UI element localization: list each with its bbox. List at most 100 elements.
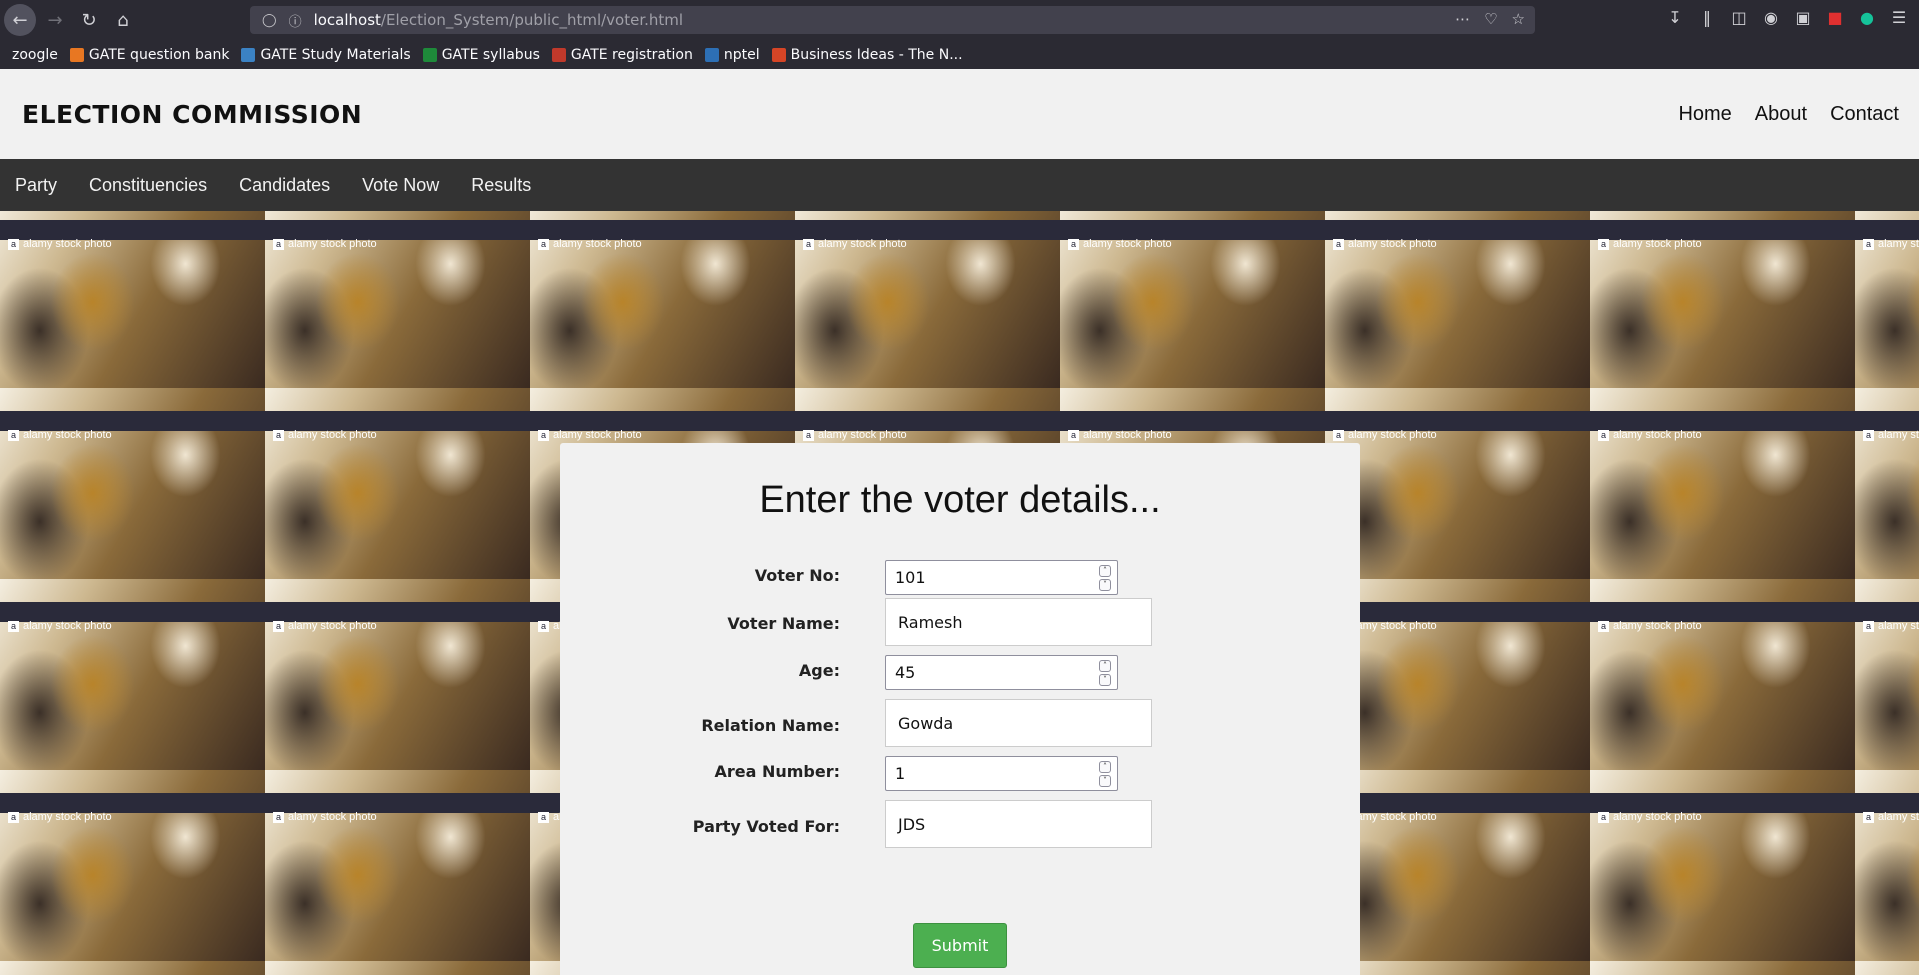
web-page: ELECTION COMMISSION Home About Contact P… [0, 69, 1919, 975]
bookmark-label: Business Ideas - The N... [790, 46, 963, 63]
bookmark-item[interactable]: zoogle [12, 47, 58, 63]
extension-red-icon[interactable]: ■ [1825, 8, 1845, 27]
pocket-icon[interactable]: ♡ [1484, 10, 1497, 28]
watermark-text: alamy stock photo [1613, 238, 1702, 250]
watermark-label: a alamy stock photo [1855, 807, 1919, 827]
watermark-label: a alamy stock photo [795, 425, 1060, 445]
watermark-text: alamy stock photo [1348, 429, 1437, 441]
stepper-up-icon[interactable]: ˄ [1099, 660, 1111, 672]
watermark-text: alamy stock photo [1348, 811, 1437, 823]
sidebar-icon[interactable]: ◫ [1729, 8, 1749, 27]
age-label: Age: [798, 661, 840, 680]
bookmark-label: GATE registration [570, 46, 693, 63]
voter-no-stepper[interactable]: ˄ ˅ [1099, 565, 1111, 591]
watermark-label: a alamy stock photo [530, 425, 795, 445]
bookmark-item[interactable]: nptel [704, 47, 760, 63]
voter-no-value: 101 [895, 568, 926, 587]
reload-icon[interactable]: ↻ [74, 5, 104, 35]
stepper-down-icon[interactable]: ˅ [1099, 579, 1111, 591]
watermark-text: alamy stock photo [1348, 238, 1437, 250]
watermark-label: a alamy stock photo [1060, 425, 1325, 445]
menu-icon[interactable]: ☰ [1889, 8, 1909, 27]
bookmark-item[interactable]: GATE syllabus [422, 46, 540, 63]
contact-link[interactable]: Contact [1830, 103, 1899, 126]
home-icon[interactable]: ⌂ [108, 5, 138, 35]
watermark-text: alamy stock photo [1348, 620, 1437, 632]
party-voted-input[interactable]: JDS [885, 800, 1152, 848]
watermark-row: a alamy stock photo a alamy stock photo a ala… [0, 234, 1919, 254]
alamy-logo-icon: a [8, 429, 19, 441]
bookmark-label: GATE syllabus [441, 46, 540, 63]
watermark-text: alamy stock photo [1613, 620, 1702, 632]
bookmark-item[interactable]: GATE question bank [69, 47, 229, 63]
back-icon[interactable]: ← [4, 4, 36, 36]
watermark-label: a alamy stock photo [265, 234, 530, 254]
watermark-text: alamy stock photo [23, 238, 112, 250]
watermark-label: a alamy stock photo [1590, 807, 1855, 827]
age-stepper[interactable]: ˄ ˅ [1099, 660, 1111, 686]
url-host: localhost [313, 11, 381, 29]
account-icon[interactable]: ◉ [1761, 8, 1781, 27]
stepper-down-icon[interactable]: ˅ [1099, 775, 1111, 787]
shield-icon[interactable]: ◯ [262, 13, 277, 28]
alamy-logo-icon: a [1863, 238, 1874, 250]
extension-icon[interactable]: ▣ [1793, 8, 1813, 27]
main-nav: Party Constituencies Candidates Vote Now… [0, 159, 1919, 211]
alamy-logo-icon: a [1863, 811, 1874, 823]
relation-name-input[interactable]: Gowda [885, 699, 1152, 747]
bookmark-star-icon[interactable]: ☆ [1512, 10, 1525, 28]
grammarly-icon[interactable]: ● [1857, 8, 1877, 27]
alamy-logo-icon: a [1598, 620, 1609, 632]
alamy-logo-icon: a [8, 238, 19, 250]
voter-no-input[interactable]: 101 ˄ ˅ [885, 560, 1118, 595]
bookmark-item[interactable]: GATE registration [551, 46, 693, 63]
party-voted-value: JDS [898, 814, 926, 834]
library-icon[interactable]: ‖ [1697, 8, 1717, 27]
watermark-label: a alamy stock photo [1590, 616, 1855, 636]
stepper-up-icon[interactable]: ˄ [1099, 761, 1111, 773]
area-number-stepper[interactable]: ˄ ˅ [1099, 761, 1111, 787]
downloads-icon[interactable]: ↧ [1665, 8, 1685, 27]
alamy-logo-icon: a [538, 429, 549, 441]
nav-results[interactable]: Results [471, 175, 531, 196]
watermark-text: alamy stock photo [288, 429, 377, 441]
header-links: Home About Contact [1678, 103, 1899, 126]
bookmark-item[interactable]: GATE Study Materials [241, 47, 411, 63]
watermark-label: a alamy stock photo [0, 425, 265, 445]
site-brand[interactable]: ELECTION COMMISSION [22, 100, 362, 129]
forward-icon[interactable]: → [40, 5, 70, 35]
submit-button[interactable]: Submit [913, 923, 1007, 968]
nav-vote-now[interactable]: Vote Now [362, 175, 439, 196]
bookmark-label: zoogle [12, 46, 58, 63]
watermark-label: a alamy stock photo [0, 616, 265, 636]
watermark-label: a alamy stock photo [1060, 234, 1325, 254]
voter-name-value: Ramesh [898, 612, 963, 632]
area-number-input[interactable]: 1 ˄ ˅ [885, 756, 1118, 791]
url-bar[interactable]: ◯ ⓘ localhost/Election_System/public_htm… [250, 6, 1535, 34]
watermark-label: a alamy stock photo [1325, 425, 1590, 445]
alamy-logo-icon: a [1068, 429, 1079, 441]
bookmark-favicon-icon [704, 47, 719, 62]
watermark-text: alamy stock photo [553, 238, 642, 250]
info-icon[interactable]: ⓘ [289, 11, 302, 30]
voter-name-input[interactable]: Ramesh [885, 598, 1152, 646]
home-link[interactable]: Home [1678, 103, 1731, 126]
nav-party[interactable]: Party [15, 175, 57, 196]
relation-name-value: Gowda [898, 713, 954, 733]
nav-candidates[interactable]: Candidates [239, 175, 330, 196]
bookmark-item[interactable]: Business Ideas - The N... [771, 46, 963, 63]
bookmark-favicon-icon [422, 47, 437, 62]
bookmark-favicon-icon [241, 47, 256, 62]
stepper-down-icon[interactable]: ˅ [1099, 674, 1111, 686]
stepper-up-icon[interactable]: ˄ [1099, 565, 1111, 577]
watermark-text: alamy stock photo [818, 238, 907, 250]
watermark-text: alamy stock photo [288, 238, 377, 250]
page-actions-icon[interactable]: ⋯ [1455, 10, 1470, 28]
about-link[interactable]: About [1755, 103, 1807, 126]
age-input[interactable]: 45 ˄ ˅ [885, 655, 1118, 690]
voter-form-card: Enter the voter details... Voter No: 101… [560, 443, 1360, 975]
watermark-text: alamy stock photo [23, 811, 112, 823]
nav-constituencies[interactable]: Constituencies [89, 175, 207, 196]
url-path: /Election_System/public_html/voter.html [380, 11, 684, 29]
alamy-logo-icon: a [1598, 811, 1609, 823]
